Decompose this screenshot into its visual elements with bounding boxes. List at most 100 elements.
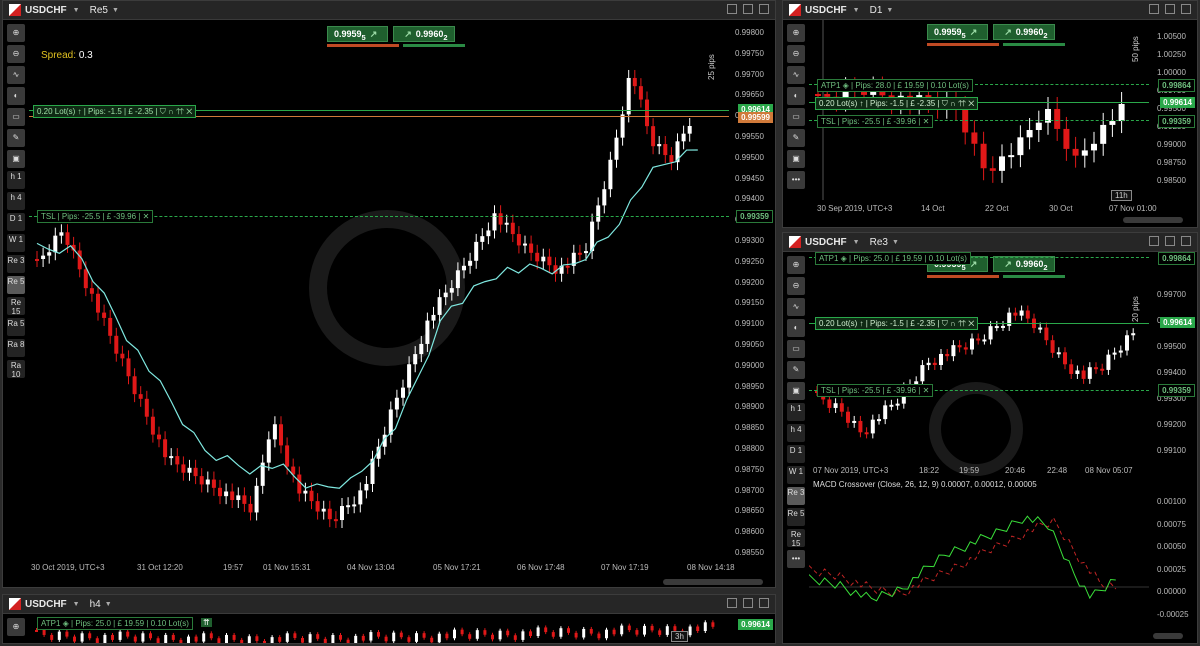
close-position-icon[interactable]: ✕ (968, 319, 974, 328)
atp-label[interactable]: ATP1 ◈ | Pips: 25.0 | £ 19.59 | 0.10 Lot… (815, 252, 971, 265)
timeframe-button[interactable]: h 1 (787, 403, 805, 421)
maximize-icon[interactable] (1165, 4, 1175, 14)
close-icon[interactable] (759, 4, 769, 14)
double-up-icon[interactable]: ⇈ (958, 99, 966, 108)
timeframe-button[interactable]: D 1 (7, 213, 25, 231)
close-tsl-icon[interactable]: ✕ (143, 212, 150, 221)
detach-icon[interactable] (1149, 236, 1159, 246)
chevron-down-icon[interactable]: ▼ (105, 601, 112, 608)
position-label[interactable]: 0.20 Lot(s) ↑ | Pips: -1.5 | £ -2.35 | ⛉… (33, 105, 197, 118)
timeframe-selector[interactable]: Re5 (90, 5, 108, 16)
symbol-selector[interactable]: USDCHF (25, 599, 67, 610)
timeframe-selector[interactable]: Re3 (870, 237, 888, 248)
position-label[interactable]: 0.20 Lot(s) ↑ | Pips: -1.5 | £ -2.35 | ⛉… (815, 317, 979, 330)
double-up-icon[interactable]: ⇈ (176, 107, 184, 116)
chevron-down-icon[interactable]: ▼ (892, 239, 899, 246)
horizontal-scrollbar[interactable] (663, 579, 763, 585)
horizontal-scrollbar[interactable] (1123, 217, 1183, 223)
main-price-axis[interactable]: 0.998000.997500.997000.996500.996000.995… (729, 20, 775, 560)
horizontal-scrollbar[interactable] (1153, 633, 1183, 639)
indicator-icon[interactable]: ∿ (787, 66, 805, 84)
re3-price-axis[interactable]: 0.997000.996000.995000.994000.993000.992… (1151, 252, 1197, 462)
timeframe-button[interactable]: h 4 (787, 424, 805, 442)
timeframe-selector[interactable]: h4 (90, 599, 101, 610)
timeframe-button[interactable]: h 4 (7, 192, 25, 210)
timeframe-button[interactable]: Re 15 (7, 297, 25, 316)
position-label[interactable]: 0.20 Lot(s) ↑ | Pips: -1.5 | £ -2.35 | ⛉… (815, 97, 979, 110)
detach-icon[interactable] (727, 4, 737, 14)
template-icon[interactable]: ▣ (787, 382, 805, 400)
chevron-down-icon[interactable]: ▼ (112, 7, 119, 14)
close-tsl-icon[interactable]: ✕ (923, 117, 930, 126)
zoom-out-icon[interactable]: ⊖ (787, 277, 805, 295)
symbol-selector[interactable]: USDCHF (805, 237, 847, 248)
drawing-icon[interactable]: ✎ (787, 361, 805, 379)
reverse-icon[interactable]: ∩ (950, 319, 956, 328)
double-up-icon[interactable]: ⇈ (958, 319, 966, 328)
template-icon[interactable]: ▣ (7, 150, 25, 168)
close-tsl-icon[interactable]: ✕ (923, 386, 930, 395)
d1-candlestick-chart[interactable] (809, 20, 1149, 200)
reverse-icon[interactable]: ∩ (168, 107, 174, 116)
zoom-in-icon[interactable]: ⊕ (7, 24, 25, 42)
detach-icon[interactable] (727, 598, 737, 608)
reverse-icon[interactable]: ∩ (950, 99, 956, 108)
atp-label[interactable]: ATP1 ◈ | Pips: 25.0 | £ 19.59 | 0.10 Lot… (37, 617, 193, 630)
d1-time-axis[interactable]: 30 Sep 2019, UTC+3 14 Oct 22 Oct 30 Oct 07 N… (783, 203, 1157, 215)
maximize-icon[interactable] (743, 4, 753, 14)
timeframe-button[interactable]: Ra 10 (7, 360, 25, 379)
re3-candlestick-chart[interactable] (809, 252, 1149, 462)
zoom-out-icon[interactable]: ⊖ (787, 45, 805, 63)
timeframe-button[interactable]: Ra 5 (7, 318, 25, 336)
maximize-icon[interactable] (1165, 236, 1175, 246)
template-icon[interactable]: ▣ (787, 150, 805, 168)
chevron-down-icon[interactable]: ▼ (73, 601, 80, 608)
timeframe-selector[interactable]: D1 (870, 5, 883, 16)
zoom-in-icon[interactable]: ⊕ (787, 256, 805, 274)
timeframe-button[interactable]: Re 3 (7, 255, 25, 273)
drawing-icon[interactable]: ✎ (787, 129, 805, 147)
indicator-icon[interactable]: ∿ (7, 66, 25, 84)
protect-icon[interactable]: ⛉ (160, 107, 166, 116)
d1-price-axis[interactable]: 1.005001.002501.000000.997500.995000.992… (1151, 20, 1197, 200)
macd-axis[interactable]: 0.00100 0.00075 0.00050 0.00025 0.00000 -0.00… (1151, 491, 1197, 621)
chevron-down-icon[interactable]: ▼ (886, 7, 893, 14)
chevron-down-icon[interactable]: ▼ (853, 7, 860, 14)
close-icon[interactable] (759, 598, 769, 608)
timeframe-button[interactable]: Ra 8 (7, 339, 25, 357)
protect-icon[interactable]: ⛉ (942, 99, 948, 108)
chevron-down-icon[interactable]: ▼ (853, 239, 860, 246)
more-icon[interactable]: ••• (787, 550, 805, 568)
indicator-icon[interactable]: ∿ (787, 298, 805, 316)
chart-settings-icon[interactable]: ▭ (787, 340, 805, 358)
chart-type-icon[interactable]: ◐ (787, 319, 805, 337)
close-position-icon[interactable]: ✕ (968, 99, 974, 108)
zoom-in-icon[interactable]: ⊕ (7, 618, 25, 636)
timeframe-button[interactable]: D 1 (787, 445, 805, 463)
tsl-label[interactable]: TSL | Pips: -25.5 | £ -39.96 | ✕ (817, 115, 934, 128)
protect-icon[interactable]: ⛉ (942, 319, 948, 328)
zoom-in-icon[interactable]: ⊕ (787, 24, 805, 42)
more-icon[interactable]: ••• (787, 171, 805, 189)
chart-type-icon[interactable]: ◐ (7, 87, 25, 105)
close-icon[interactable] (1181, 4, 1191, 14)
chart-type-icon[interactable]: ◐ (787, 87, 805, 105)
timeframe-button[interactable]: Re 5 (787, 508, 805, 526)
macd-chart[interactable] (809, 491, 1149, 621)
atp-label[interactable]: ATP1 ◈ | Pips: 28.0 | £ 19.59 | 0.10 Lot… (817, 79, 973, 92)
drawing-icon[interactable]: ✎ (7, 129, 25, 147)
zoom-out-icon[interactable]: ⊖ (7, 45, 25, 63)
double-up-icon[interactable]: ⇈ (201, 618, 212, 627)
re3-time-axis[interactable]: 07 Nov 2019, UTC+3 18:22 19:59 20:46 22:48 08… (783, 465, 1153, 477)
symbol-selector[interactable]: USDCHF (805, 5, 847, 16)
tsl-label[interactable]: TSL | Pips: -25.5 | £ -39.96 | ✕ (37, 210, 154, 223)
chevron-down-icon[interactable]: ▼ (73, 7, 80, 14)
timeframe-button[interactable]: Re 15 (787, 529, 805, 548)
timeframe-button[interactable]: Re 3 (787, 487, 805, 505)
maximize-icon[interactable] (743, 598, 753, 608)
timeframe-button[interactable]: W 1 (7, 234, 25, 252)
chart-settings-icon[interactable]: ▭ (787, 108, 805, 126)
timeframe-button[interactable]: h 1 (7, 171, 25, 189)
main-time-axis[interactable]: 30 Oct 2019, UTC+3 31 Oct 12:20 19:57 01 No… (3, 562, 735, 574)
tsl-label[interactable]: TSL | Pips: -25.5 | £ -39.96 | ✕ (817, 384, 934, 397)
